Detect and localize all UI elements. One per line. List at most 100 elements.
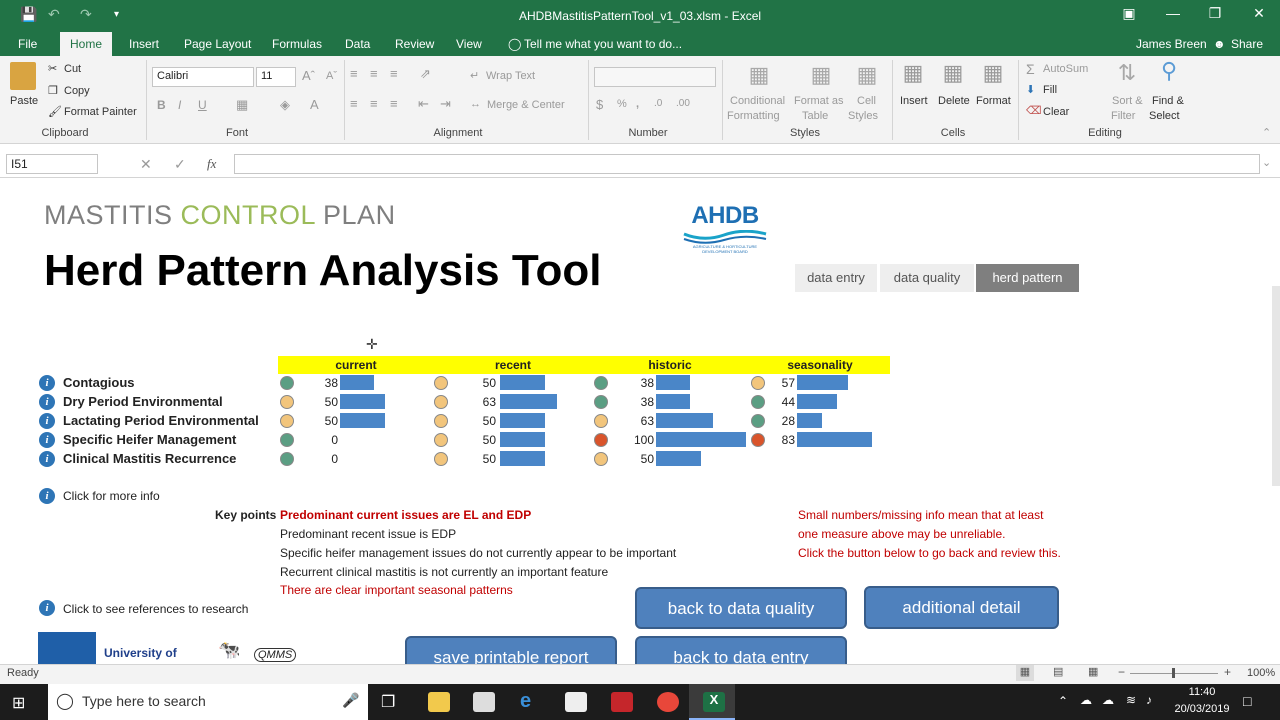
tab-insert[interactable]: Insert (129, 37, 159, 51)
underline-icon[interactable]: U (198, 98, 207, 112)
percent-icon[interactable]: % (617, 98, 627, 110)
comma-icon[interactable]: , (636, 98, 639, 110)
user-name[interactable]: James Breen (1136, 37, 1207, 51)
back-to-data-entry-button[interactable]: back to data entry (635, 636, 847, 664)
align-left-icon[interactable]: ≡ (350, 96, 358, 111)
info-icon[interactable]: i (39, 488, 55, 504)
worksheet[interactable]: MASTITIS CONTROL PLAN Herd Pattern Analy… (0, 186, 1280, 664)
align-top-icon[interactable]: ≡ (350, 66, 358, 81)
cell-styles-button[interactable]: Cell (857, 95, 876, 107)
volume-icon[interactable]: ♪ (1146, 693, 1152, 707)
format-as-table-button[interactable]: Format as (794, 95, 844, 107)
references-link[interactable]: Click to see references to research (63, 602, 248, 616)
notifications-icon[interactable]: □ (1243, 693, 1251, 709)
expand-formula-icon[interactable]: ⌄ (1262, 156, 1271, 169)
file-explorer-icon[interactable] (428, 692, 450, 712)
bold-icon[interactable]: B (157, 98, 166, 112)
autosum-button[interactable]: AutoSum (1043, 63, 1088, 75)
tab-data[interactable]: Data (345, 37, 370, 51)
tell-me-box[interactable]: Tell me what you want to do... (524, 37, 682, 51)
paste-icon[interactable] (10, 62, 36, 90)
delete-button[interactable]: Delete (938, 95, 970, 107)
decrease-indent-icon[interactable]: ⇤ (418, 96, 429, 112)
clock-date[interactable]: 20/03/2019 (1167, 703, 1237, 715)
increase-decimal-icon[interactable]: .0 (654, 98, 662, 109)
excel-icon[interactable]: X (703, 692, 725, 712)
fill-button[interactable]: Fill (1043, 84, 1057, 96)
borders-icon[interactable]: ▦ (236, 97, 248, 113)
grow-font-icon[interactable]: Aˆ (302, 68, 315, 83)
page-break-view-icon[interactable]: ▦ (1088, 665, 1098, 678)
edge-icon[interactable]: e (520, 690, 531, 713)
merge-center-button[interactable]: Merge & Center (487, 99, 565, 111)
tab-view[interactable]: View (456, 37, 482, 51)
font-name-select[interactable]: Calibri (152, 67, 254, 87)
normal-view-icon[interactable]: ▦ (1016, 665, 1034, 681)
copy-button[interactable]: Copy (64, 85, 90, 97)
nav-data-quality[interactable]: data quality (880, 264, 974, 292)
wrap-text-button[interactable]: Wrap Text (486, 70, 535, 82)
onedrive-icon[interactable]: ☁ (1080, 693, 1092, 707)
snip-icon[interactable] (565, 692, 587, 712)
windows-start-icon[interactable]: ⊞ (12, 693, 25, 713)
more-info-link[interactable]: Click for more info (63, 489, 160, 503)
nav-herd-pattern[interactable]: herd pattern (976, 264, 1079, 292)
back-to-data-quality-button[interactable]: back to data quality (635, 587, 847, 629)
microphone-icon[interactable]: 🎤 (342, 692, 359, 709)
info-icon[interactable]: i (39, 600, 55, 616)
cloud-icon[interactable]: ☁ (1102, 693, 1114, 707)
currency-icon[interactable]: $ (596, 97, 603, 112)
save-printable-report-button[interactable]: save printable report (405, 636, 617, 664)
zoom-slider-thumb[interactable] (1172, 668, 1175, 678)
tab-file[interactable]: File (18, 37, 37, 51)
clear-button[interactable]: Clear (1043, 106, 1069, 118)
store-icon[interactable] (473, 692, 495, 712)
increase-indent-icon[interactable]: ⇥ (440, 96, 451, 112)
tab-page-layout[interactable]: Page Layout (184, 37, 251, 51)
acrobat-icon[interactable] (611, 692, 633, 712)
format-button[interactable]: Format (976, 95, 1011, 107)
shrink-font-icon[interactable]: Aˇ (326, 70, 337, 82)
info-icon[interactable]: i (39, 413, 55, 429)
restore-icon[interactable]: ❐ (1200, 5, 1230, 22)
vertical-scrollbar[interactable] (1272, 286, 1280, 486)
name-box[interactable]: I51 (6, 154, 98, 174)
additional-detail-button[interactable]: additional detail (864, 586, 1059, 629)
sort-filter-button[interactable]: Sort & (1112, 95, 1143, 107)
minimize-icon[interactable]: — (1158, 5, 1188, 21)
cut-button[interactable]: Cut (64, 63, 81, 75)
font-size-select[interactable]: 11 (256, 67, 296, 87)
paste-button[interactable]: Paste (10, 95, 38, 107)
page-layout-view-icon[interactable]: ▤ (1053, 665, 1063, 678)
insert-function-icon[interactable]: fx (207, 156, 216, 172)
format-painter-button[interactable]: Format Painter (64, 106, 137, 118)
zoom-level[interactable]: 100% (1247, 667, 1275, 679)
align-middle-icon[interactable]: ≡ (370, 66, 378, 81)
fill-color-icon[interactable]: ◈ (280, 97, 290, 113)
tab-formulas[interactable]: Formulas (272, 37, 322, 51)
formula-input[interactable] (234, 154, 1260, 174)
font-color-icon[interactable]: A (310, 97, 319, 112)
number-format-select[interactable] (594, 67, 716, 87)
tab-home[interactable]: Home (60, 32, 113, 56)
task-view-icon[interactable]: ❐ (381, 692, 395, 712)
decrease-decimal-icon[interactable]: .00 (676, 98, 690, 109)
clock-time[interactable]: 11:40 (1167, 686, 1237, 698)
share-button[interactable]: Share (1231, 37, 1263, 51)
cancel-icon[interactable]: ✕ (140, 156, 152, 173)
insert-button[interactable]: Insert (900, 95, 928, 107)
nav-data-entry[interactable]: data entry (795, 264, 877, 292)
find-select-button[interactable]: Find & (1152, 95, 1184, 107)
zoom-out-icon[interactable]: − (1118, 665, 1125, 679)
info-icon[interactable]: i (39, 375, 55, 391)
info-icon[interactable]: i (39, 432, 55, 448)
close-icon[interactable]: ✕ (1244, 5, 1274, 22)
align-right-icon[interactable]: ≡ (390, 96, 398, 111)
ribbon-display-icon[interactable]: ▣ (1114, 5, 1144, 22)
collapse-ribbon-icon[interactable]: ⌃ (1262, 126, 1271, 139)
chrome-icon[interactable] (657, 692, 679, 712)
tab-review[interactable]: Review (395, 37, 434, 51)
align-center-icon[interactable]: ≡ (370, 96, 378, 111)
orientation-icon[interactable]: ⇗ (420, 66, 431, 82)
tray-chevron-icon[interactable]: ⌃ (1058, 694, 1068, 708)
